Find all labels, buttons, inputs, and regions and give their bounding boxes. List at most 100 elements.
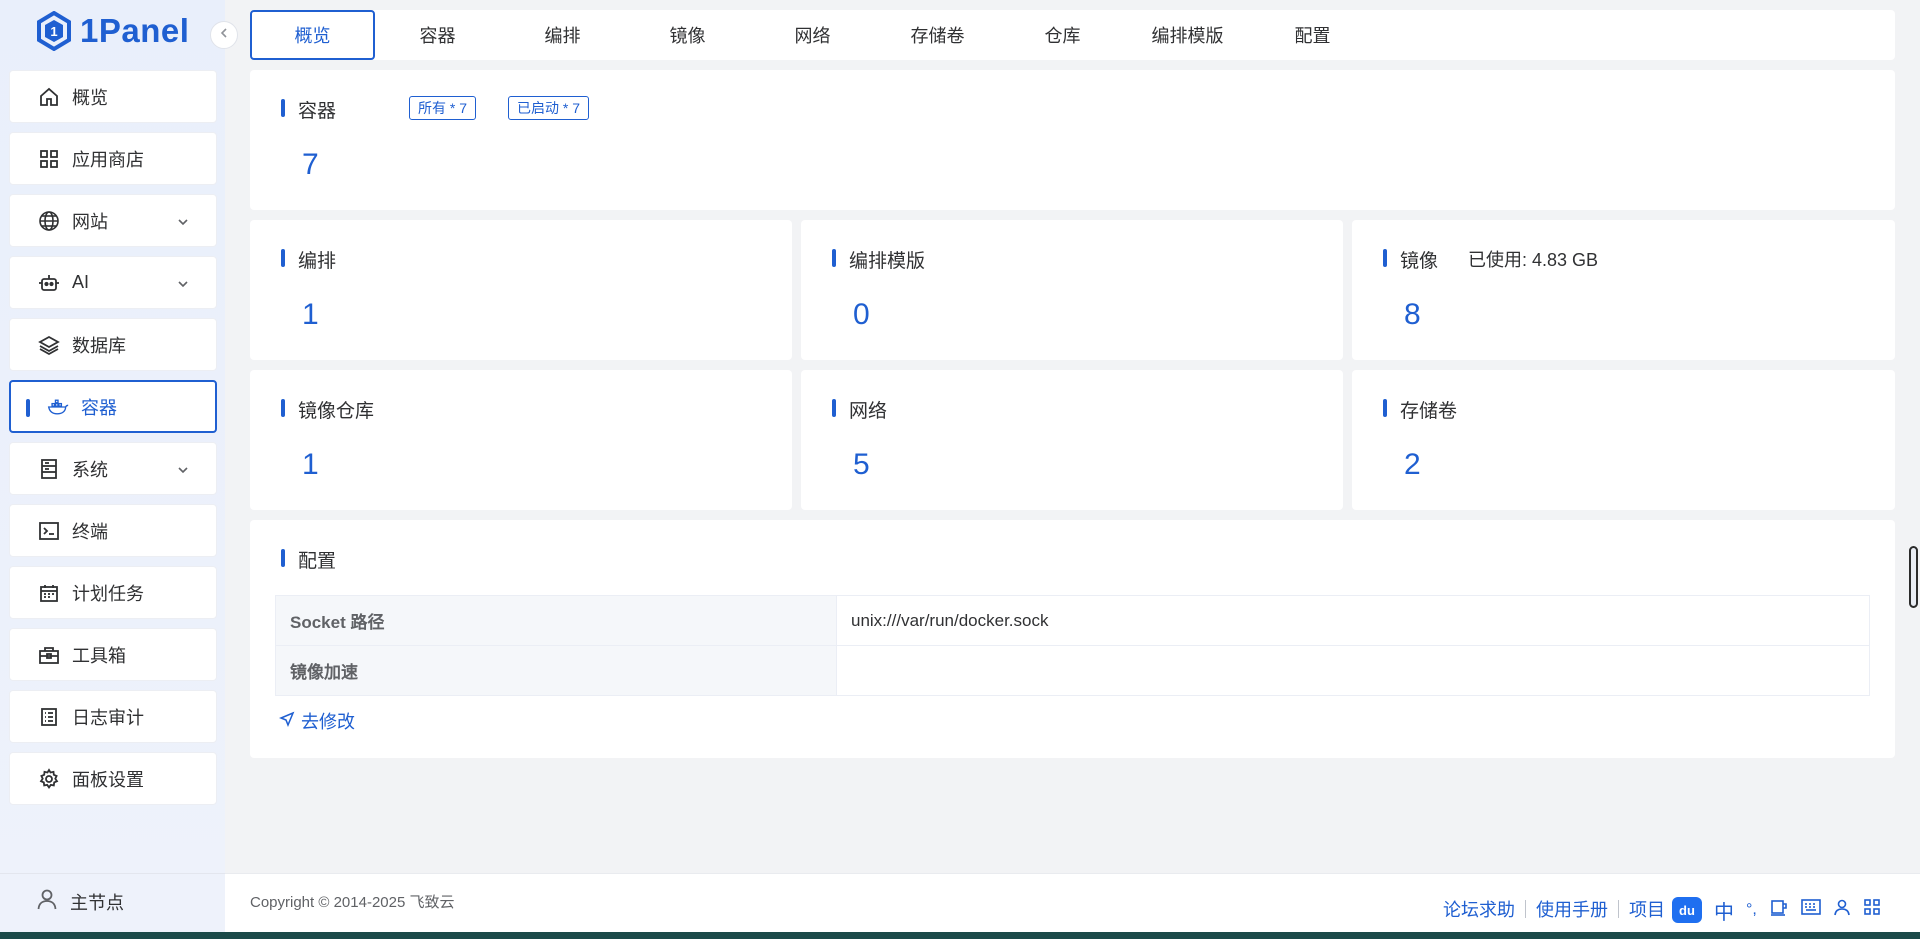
forum-link[interactable]: 论坛求助 bbox=[1443, 896, 1515, 922]
main-content: 概览 容器 编排 镜像 网络 存储卷 仓库 编排模版 配置 容器 所有 * 7 … bbox=[225, 0, 1920, 939]
sidebar-item-label: 数据库 bbox=[72, 335, 126, 356]
chevron-down-icon bbox=[176, 461, 190, 482]
tab-overview[interactable]: 概览 bbox=[250, 10, 375, 60]
svg-text:1: 1 bbox=[50, 24, 57, 39]
log-icon bbox=[38, 706, 60, 728]
card-title: 编排模版 bbox=[831, 246, 925, 273]
sidebar-item-terminal[interactable]: 终端 bbox=[9, 504, 217, 557]
tab-compose[interactable]: 编排 bbox=[500, 10, 625, 60]
ime-language-toggle[interactable]: 中 bbox=[1714, 896, 1734, 925]
containers-count[interactable]: 7 bbox=[302, 148, 319, 182]
chevron-down-icon bbox=[176, 213, 190, 234]
chevron-left-icon bbox=[218, 26, 230, 44]
registry-count[interactable]: 1 bbox=[302, 448, 319, 482]
image-card: 镜像 已使用: 4.83 GB 8 bbox=[1352, 220, 1895, 360]
card-title: 镜像 bbox=[1382, 246, 1438, 273]
grid-icon[interactable] bbox=[1863, 898, 1881, 922]
tab-containers[interactable]: 容器 bbox=[375, 10, 500, 60]
card-title: 镜像仓库 bbox=[280, 396, 374, 423]
config-table: Socket 路径 unix:///var/run/docker.sock 镜像… bbox=[275, 595, 1870, 696]
sidebar-item-label: 应用商店 bbox=[72, 149, 144, 170]
sidebar-item-label: 终端 bbox=[72, 521, 108, 542]
tab-config[interactable]: 配置 bbox=[1250, 10, 1375, 60]
baidu-ime-logo[interactable]: du bbox=[1672, 897, 1702, 923]
scrollbar-thumb[interactable] bbox=[1909, 546, 1918, 608]
table-row: 镜像加速 bbox=[275, 645, 1870, 696]
tab-networks[interactable]: 网络 bbox=[750, 10, 875, 60]
docker-icon bbox=[47, 396, 69, 418]
tag-all-containers[interactable]: 所有 * 7 bbox=[409, 96, 477, 120]
card-title: 配置 bbox=[280, 546, 336, 573]
sidebar-item-website[interactable]: 网站 bbox=[9, 194, 217, 247]
sidebar-item-label: AI bbox=[72, 272, 90, 292]
gear-icon bbox=[38, 767, 60, 790]
sidebar-item-label: 日志审计 bbox=[72, 707, 144, 728]
tag-running-containers[interactable]: 已启动 * 7 bbox=[508, 96, 590, 120]
compose-count[interactable]: 1 bbox=[302, 298, 319, 332]
compose-template-card: 编排模版 0 bbox=[801, 220, 1343, 360]
terminal-icon bbox=[38, 520, 60, 542]
sidebar-item-panel-settings[interactable]: 面板设置 bbox=[9, 752, 217, 805]
server-icon bbox=[38, 458, 60, 480]
config-key: Socket 路径 bbox=[275, 595, 837, 646]
sidebar-item-toolbox[interactable]: 工具箱 bbox=[9, 628, 217, 681]
sidebar-item-cron[interactable]: 计划任务 bbox=[9, 566, 217, 619]
sidebar-item-label: 容器 bbox=[81, 397, 117, 418]
sidebar-item-ai[interactable]: AI bbox=[9, 256, 217, 309]
sidebar-item-label: 工具箱 bbox=[72, 645, 126, 666]
collapse-sidebar-button[interactable] bbox=[210, 21, 238, 49]
network-card: 网络 5 bbox=[801, 370, 1343, 510]
network-count[interactable]: 5 bbox=[853, 448, 870, 482]
sidebar-nav: 概览 应用商店 网站 AI 数据库 容器 系统 终端 计划任务 工具箱 日志审计… bbox=[9, 70, 217, 814]
chevron-down-icon bbox=[176, 275, 190, 296]
tab-compose-template[interactable]: 编排模版 bbox=[1125, 10, 1250, 60]
node-selector[interactable]: 主节点 bbox=[36, 888, 124, 915]
registry-card: 镜像仓库 1 bbox=[250, 370, 792, 510]
sidebar-item-container[interactable]: 容器 bbox=[9, 380, 217, 433]
sidebar-item-database[interactable]: 数据库 bbox=[9, 318, 217, 371]
robot-icon bbox=[38, 272, 60, 294]
containers-card: 容器 所有 * 7 已启动 * 7 7 bbox=[250, 70, 1895, 210]
sidebar-item-label: 计划任务 bbox=[72, 583, 144, 604]
manual-link[interactable]: 使用手册 bbox=[1536, 896, 1608, 922]
card-title: 编排 bbox=[280, 246, 336, 273]
tab-registry[interactable]: 仓库 bbox=[1000, 10, 1125, 60]
grid-icon bbox=[38, 148, 60, 170]
divider bbox=[1525, 900, 1526, 918]
logo[interactable]: 1 1Panel bbox=[36, 10, 189, 52]
layers-icon bbox=[38, 334, 60, 356]
card-title: 存储卷 bbox=[1382, 396, 1457, 423]
project-link[interactable]: 项目 bbox=[1629, 896, 1665, 922]
sidebar: 1 1Panel 概览 应用商店 网站 AI 数据库 容器 系统 终端 计划任务… bbox=[0, 0, 225, 939]
keyboard-icon[interactable] bbox=[1801, 898, 1821, 922]
ime-punctuation-toggle[interactable]: °, bbox=[1746, 901, 1757, 919]
tab-bar: 概览 容器 编排 镜像 网络 存储卷 仓库 编排模版 配置 bbox=[250, 10, 1895, 60]
tab-images[interactable]: 镜像 bbox=[625, 10, 750, 60]
toolbox-icon bbox=[38, 644, 60, 666]
cup-icon[interactable] bbox=[1769, 897, 1789, 923]
tab-volumes[interactable]: 存储卷 bbox=[875, 10, 1000, 60]
ime-toolbar: du 中 °, bbox=[1664, 893, 1914, 927]
config-key: 镜像加速 bbox=[275, 645, 837, 696]
sidebar-item-log-audit[interactable]: 日志审计 bbox=[9, 690, 217, 743]
user-icon[interactable] bbox=[1833, 898, 1851, 922]
card-title: 容器 bbox=[280, 96, 336, 123]
taskbar-strip bbox=[0, 932, 1920, 939]
image-count[interactable]: 8 bbox=[1404, 298, 1421, 332]
sidebar-item-app-store[interactable]: 应用商店 bbox=[9, 132, 217, 185]
compose-template-count[interactable]: 0 bbox=[853, 298, 870, 332]
user-icon bbox=[36, 888, 58, 915]
sidebar-item-label: 面板设置 bbox=[72, 769, 144, 790]
config-value bbox=[836, 645, 1870, 696]
sidebar-item-label: 概览 bbox=[72, 87, 108, 108]
logo-text: 1Panel bbox=[80, 12, 190, 49]
send-icon bbox=[279, 711, 295, 732]
volume-count[interactable]: 2 bbox=[1404, 448, 1421, 482]
sidebar-item-system[interactable]: 系统 bbox=[9, 442, 217, 495]
sidebar-item-label: 系统 bbox=[72, 459, 108, 480]
sidebar-item-overview[interactable]: 概览 bbox=[9, 70, 217, 123]
edit-config-link[interactable]: 去修改 bbox=[279, 708, 355, 734]
card-title: 网络 bbox=[831, 396, 887, 423]
compose-card: 编排 1 bbox=[250, 220, 792, 360]
globe-icon bbox=[38, 210, 60, 232]
